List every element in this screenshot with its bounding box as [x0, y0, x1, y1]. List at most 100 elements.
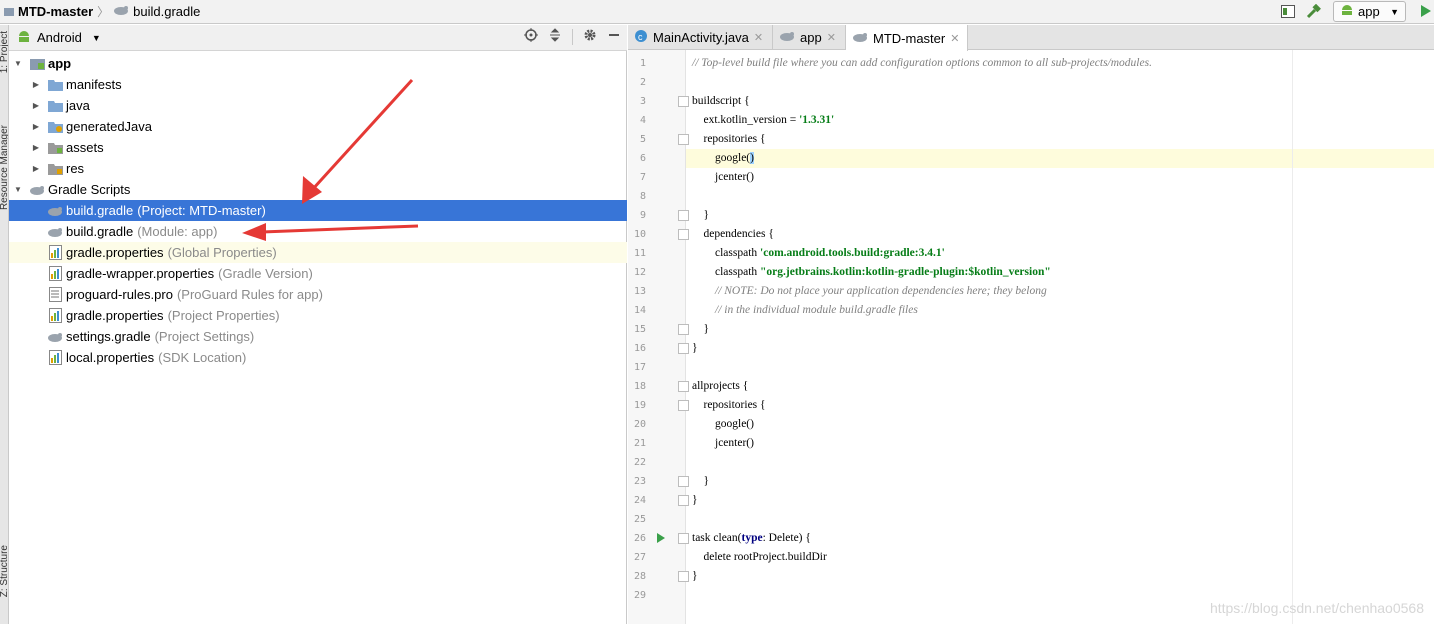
code-line[interactable]: jcenter() [686, 168, 1434, 187]
gradle-icon [47, 329, 63, 345]
code-line[interactable] [686, 453, 1434, 472]
tree-item-hint: (ProGuard Rules for app) [176, 287, 323, 302]
code-line[interactable]: // Top-level build file where you can ad… [686, 54, 1434, 73]
close-icon[interactable]: ✕ [827, 31, 836, 44]
code-line[interactable] [686, 73, 1434, 92]
tree-item-hint: (SDK Location) [158, 350, 247, 365]
breadcrumb-separator: 〉 [97, 5, 110, 19]
line-number: 25 [633, 514, 646, 525]
code-text: } [692, 475, 710, 487]
run-task-icon[interactable] [656, 532, 666, 547]
tree-item[interactable]: gradle.properties (Global Properties) [9, 242, 627, 263]
tree-item-hint: (Project Properties) [167, 308, 280, 323]
tree-item[interactable]: gradle.properties (Project Properties) [9, 305, 627, 326]
toolbar-divider [572, 28, 573, 45]
text-file-icon [47, 287, 63, 303]
close-icon[interactable]: ✕ [754, 31, 763, 44]
resource-manager-tool-button[interactable]: Resource Manager [0, 125, 8, 210]
minimize-icon[interactable] [607, 28, 621, 45]
collapse-arrow-icon[interactable]: ▶ [31, 164, 41, 173]
collapse-arrow-icon[interactable]: ▶ [31, 101, 41, 110]
line-number: 3 [639, 96, 646, 107]
expand-arrow-icon[interactable]: ▼ [13, 185, 23, 194]
code-line[interactable]: google() [686, 149, 1434, 168]
code-line[interactable]: } [686, 491, 1434, 510]
code-line[interactable]: classpath 'com.android.tools.build:gradl… [686, 244, 1434, 263]
collapse-all-icon[interactable] [548, 28, 562, 45]
code-line[interactable]: repositories { [686, 396, 1434, 415]
tree-item[interactable]: ▶ manifests [9, 74, 627, 95]
gradle-icon [47, 224, 63, 240]
locate-target-icon[interactable] [524, 28, 538, 45]
code-line[interactable]: // in the individual module build.gradle… [686, 301, 1434, 320]
tree-item-label: proguard-rules.pro [66, 287, 173, 302]
tab-mtd-master[interactable]: MTD-master ✕ [846, 25, 968, 51]
run-configuration-select[interactable]: app ▼ [1333, 1, 1406, 22]
code-line[interactable]: task clean(type: Delete) { [686, 529, 1434, 548]
tree-item-label: gradle.properties [66, 245, 164, 260]
code-line[interactable]: dependencies { [686, 225, 1434, 244]
tree-item[interactable]: ▶ generatedJava [9, 116, 627, 137]
code-line[interactable] [686, 187, 1434, 206]
code-line[interactable] [686, 510, 1434, 529]
line-number: 7 [639, 172, 646, 183]
line-number: 27 [633, 552, 646, 563]
tree-item-label: settings.gradle [66, 329, 151, 344]
layout-icon[interactable] [1281, 5, 1295, 21]
run-icon[interactable] [1420, 4, 1432, 21]
code-line[interactable]: jcenter() [686, 434, 1434, 453]
project-tool-button[interactable]: 1: Project [0, 31, 8, 73]
code-line[interactable]: ext.kotlin_version = '1.3.31' [686, 111, 1434, 130]
line-number: 24 [633, 495, 646, 506]
code-line[interactable]: delete rootProject.buildDir [686, 548, 1434, 567]
tree-item[interactable]: ▶ java [9, 95, 627, 116]
tree-item-label: gradle-wrapper.properties [66, 266, 215, 281]
tree-item[interactable]: ▶ assets [9, 137, 627, 158]
tab-app[interactable]: app ✕ [773, 25, 846, 50]
properties-icon [47, 350, 63, 366]
editor-gutter[interactable]: 1 2 3 4 5 6 7 8 9 10 11 12 13 14 15 16 17 18 19 20 21 22 23 24 2… [628, 50, 711, 624]
code-editor[interactable]: // Top-level build file where you can ad… [686, 50, 1434, 624]
gradle-icon [852, 31, 868, 46]
collapse-arrow-icon[interactable]: ▶ [31, 122, 41, 131]
project-view-label: Android [37, 30, 82, 45]
tree-item[interactable]: proguard-rules.pro (ProGuard Rules for ap… [9, 284, 627, 305]
code-line[interactable]: } [686, 567, 1434, 586]
build-hammer-icon[interactable] [1305, 3, 1321, 23]
code-line[interactable]: } [686, 339, 1434, 358]
gear-icon[interactable] [583, 28, 597, 45]
code-line[interactable]: // NOTE: Do not place your application d… [686, 282, 1434, 301]
code-line[interactable]: } [686, 472, 1434, 491]
collapse-arrow-icon[interactable]: ▶ [31, 143, 41, 152]
code-line[interactable]: buildscript { [686, 92, 1434, 111]
tree-item[interactable]: ▼ app [9, 53, 627, 74]
code-line[interactable] [686, 358, 1434, 377]
code-line[interactable]: google() [686, 415, 1434, 434]
project-panel-header: Android ▼ [9, 25, 627, 51]
expand-arrow-icon[interactable]: ▼ [13, 59, 23, 68]
code-line[interactable]: allprojects { [686, 377, 1434, 396]
breadcrumb-project[interactable]: MTD-master [18, 4, 93, 19]
collapse-arrow-icon[interactable]: ▶ [31, 80, 41, 89]
code-text: // in the individual module build.gradle… [715, 304, 918, 316]
code-text: delete rootProject.buildDir [692, 551, 827, 563]
code-text: buildscript { [692, 95, 750, 107]
tree-item[interactable]: build.gradle (Module: app) [9, 221, 627, 242]
code-line[interactable]: classpath "org.jetbrains.kotlin:kotlin-g… [686, 263, 1434, 282]
module-folder-icon [29, 56, 45, 72]
code-line[interactable]: } [686, 320, 1434, 339]
structure-tool-button[interactable]: Z: Structure [0, 545, 8, 597]
breadcrumb-file[interactable]: build.gradle [133, 4, 200, 19]
tree-item[interactable]: gradle-wrapper.properties (Gradle Version… [9, 263, 627, 284]
tree-item[interactable]: build.gradle (Project: MTD-master) [9, 200, 627, 221]
line-number: 23 [633, 476, 646, 487]
tree-item[interactable]: ▶ res [9, 158, 627, 179]
code-line[interactable]: repositories { [686, 130, 1434, 149]
project-view-select[interactable]: Android ▼ [17, 29, 101, 46]
tree-item[interactable]: settings.gradle (Project Settings) [9, 326, 627, 347]
tree-item[interactable]: local.properties (SDK Location) [9, 347, 627, 368]
code-line[interactable]: } [686, 206, 1434, 225]
tab-mainactivity[interactable]: c MainActivity.java ✕ [628, 25, 773, 50]
close-icon[interactable]: ✕ [950, 32, 959, 45]
tree-item[interactable]: ▼ Gradle Scripts [9, 179, 627, 200]
